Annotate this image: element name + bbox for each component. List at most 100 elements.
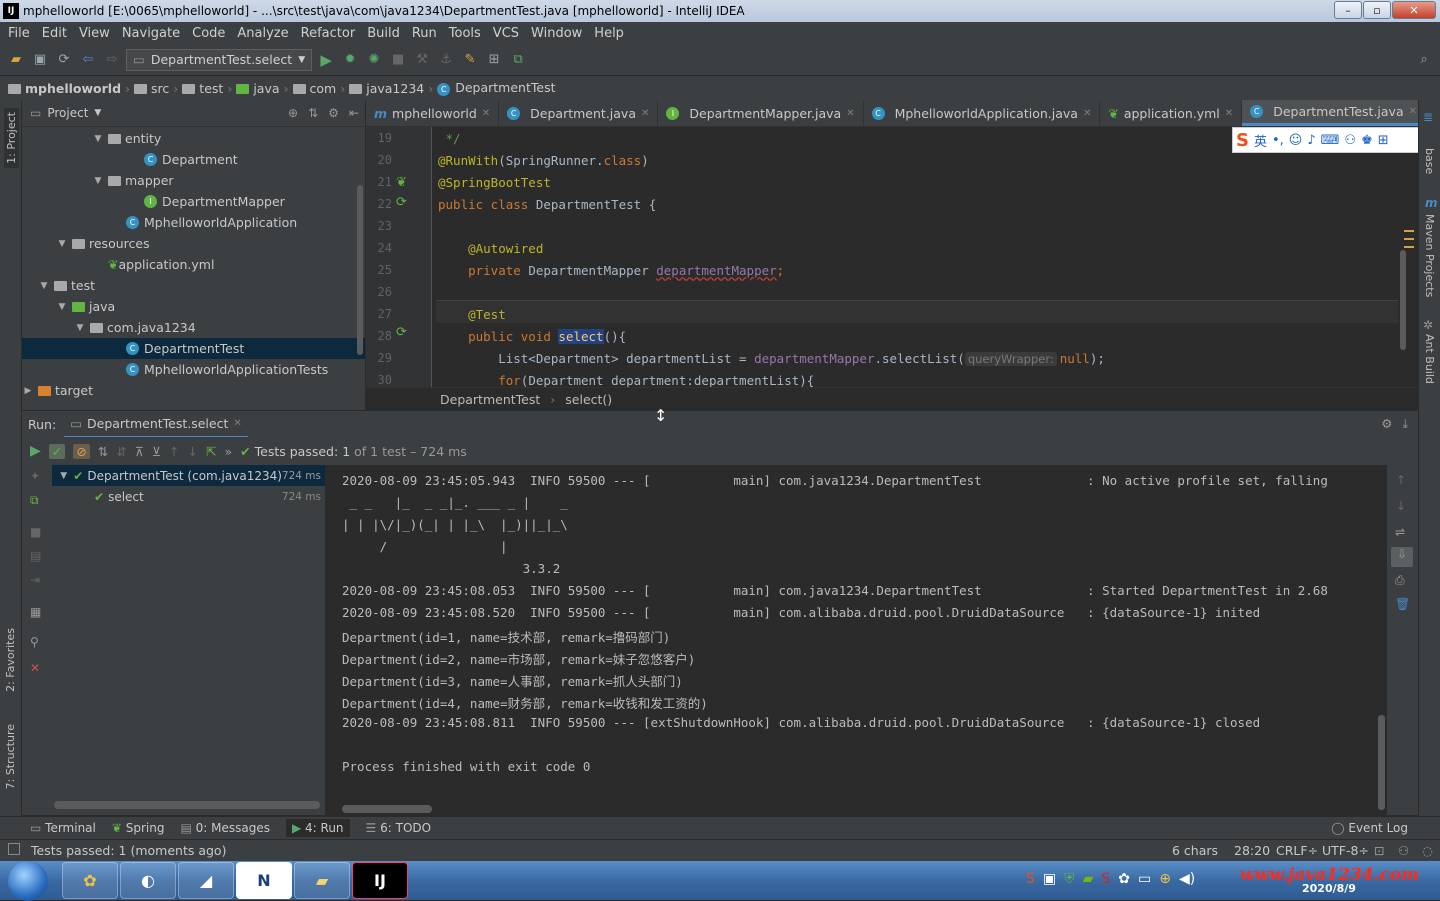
toggle-panels-icon[interactable] <box>8 843 20 855</box>
crumb-method[interactable]: select() <box>565 392 612 407</box>
nav-com[interactable]: com <box>292 81 336 96</box>
tree-item[interactable]: C DepartmentTest <box>22 338 365 359</box>
sort-alpha-icon[interactable]: ⇅ <box>98 444 108 459</box>
tab-structure[interactable]: 7: Structure <box>4 724 17 789</box>
gear-icon[interactable]: ⚙ <box>328 106 339 120</box>
menu-build[interactable]: Build <box>361 26 406 41</box>
menu-run[interactable]: Run <box>406 26 443 41</box>
rerun-icon[interactable]: ▶ <box>30 443 41 459</box>
taskbar-app-intellij-icon[interactable]: IJ <box>352 862 408 899</box>
close-icon[interactable]: ✕ <box>233 418 241 429</box>
clock-date[interactable]: 2020/8/9 <box>1302 882 1356 895</box>
tab-database[interactable]: base <box>1423 148 1436 174</box>
tab-favorites[interactable]: 2: Favorites <box>4 628 17 692</box>
tab-mphelloworld[interactable]: m mphelloworld ✕ <box>366 100 500 126</box>
expanded-arrow-icon[interactable]: ▼ <box>38 281 50 291</box>
close-icon[interactable]: ✕ <box>1409 106 1417 117</box>
test-suite-row[interactable]: ▼ ✔ DepartmentTest (com.java1234) 724 ms <box>52 465 325 486</box>
coverage-icon[interactable]: ✺ <box>364 50 384 70</box>
trash-icon[interactable]: 🗑 <box>1395 597 1410 611</box>
build-icon[interactable]: ⚒ <box>412 50 432 70</box>
keyboard-icon[interactable]: ⌨ <box>1321 133 1340 148</box>
tree-item[interactable]: ▶ target <box>22 380 365 401</box>
close-icon[interactable]: ✕ <box>482 108 490 119</box>
sync-icon[interactable]: ⟳ <box>54 50 74 70</box>
database-icon[interactable]: ≣ <box>1423 110 1433 124</box>
taskbar-app-browser-icon[interactable]: ◐ <box>120 862 176 899</box>
expand-all-icon[interactable]: ⊼ <box>135 444 144 459</box>
status-position[interactable]: 28:20 <box>1234 843 1270 858</box>
status-encoding[interactable]: UTF-8÷ <box>1322 843 1369 858</box>
tab-department-java[interactable]: C Department.java ✕ <box>499 100 659 126</box>
scroll-to-end-icon[interactable]: ⇩ <box>1391 547 1413 567</box>
tab-departmentmapper-java[interactable]: I DepartmentMapper.java ✕ <box>658 100 864 126</box>
emoji-icon[interactable]: ☺ <box>1289 133 1303 148</box>
menu-navigate[interactable]: Navigate <box>116 26 186 41</box>
ime-lang[interactable]: 英 <box>1254 131 1267 150</box>
console-vscrollbar[interactable] <box>1378 715 1385 810</box>
close-button[interactable]: ✕ <box>1392 1 1436 19</box>
more-icon[interactable]: » <box>224 444 232 459</box>
menu-vcs[interactable]: VCS <box>487 26 525 41</box>
menu-analyze[interactable]: Analyze <box>231 26 294 41</box>
run-icon[interactable]: ▶ <box>316 50 336 70</box>
volume-icon[interactable]: ◀) <box>1179 871 1195 887</box>
run-test-icon[interactable]: ⟳ <box>396 195 407 210</box>
chevron-down-icon[interactable]: ▼ <box>94 108 101 118</box>
tray-app-icon[interactable]: ▣ <box>1043 871 1056 887</box>
tab-spring[interactable]: ❦ Spring <box>112 821 165 835</box>
tree-hscrollbar[interactable] <box>54 801 320 809</box>
menu-grid-icon[interactable]: ⊞ <box>1378 133 1389 148</box>
sogou-tray-icon[interactable]: S <box>1026 871 1035 887</box>
hide-icon[interactable]: ⇤ <box>349 106 359 120</box>
tab-terminal[interactable]: ▭ Terminal <box>30 821 96 835</box>
scroll-from-source-icon[interactable]: ⊕ <box>288 106 298 120</box>
next-test-icon[interactable]: ↓ <box>188 444 198 459</box>
tab-mphelloworldapplication-java[interactable]: C MphelloworldApplication.java ✕ <box>864 100 1101 126</box>
soft-wrap-icon[interactable]: ⇌ <box>1395 525 1405 539</box>
expanded-arrow-icon[interactable]: ▼ <box>92 134 104 144</box>
tab-event-log[interactable]: ◯ Event Log <box>1331 821 1408 835</box>
tree-item[interactable]: ▼ entity <box>22 128 365 149</box>
run-tab[interactable]: ▭ DepartmentTest.select ✕ <box>64 411 248 438</box>
close-icon[interactable]: ✕ <box>30 661 40 675</box>
nav-java[interactable]: java <box>236 81 280 96</box>
run-config-select[interactable]: ▭ DepartmentTest.select ▼ <box>126 48 313 71</box>
collapsed-arrow-icon[interactable]: ▶ <box>22 386 34 396</box>
tree-item[interactable]: ▼ java <box>22 296 365 317</box>
tree-item[interactable]: ❦ application.yml <box>22 254 365 275</box>
menu-help[interactable]: Help <box>588 26 630 41</box>
lock-icon[interactable]: ⊡ <box>1374 843 1384 858</box>
code-area[interactable]: */ @RunWith(SpringRunner.class) @SpringB… <box>438 127 1398 387</box>
layout-icon[interactable]: ▦ <box>30 605 41 619</box>
pin-tab-icon[interactable]: ⚲ <box>30 635 39 649</box>
update-icon[interactable]: ⊕ <box>1159 871 1171 887</box>
export-icon[interactable]: ⇱ <box>206 444 216 459</box>
debug-rerun-icon[interactable]: ⧉ <box>30 493 39 508</box>
expanded-arrow-icon[interactable]: ▼ <box>56 239 68 249</box>
collapse-all-icon[interactable]: ⊻ <box>152 444 161 459</box>
pin-icon[interactable]: ✦ <box>30 469 40 483</box>
expanded-arrow-icon[interactable]: ▼ <box>74 323 86 333</box>
menu-edit[interactable]: Edit <box>36 26 73 41</box>
tree-item[interactable]: ▼ resources <box>22 233 365 254</box>
save-icon[interactable]: ▣ <box>30 50 50 70</box>
nav-project[interactable]: mphelloworld <box>8 81 121 96</box>
dump-icon[interactable]: ▤ <box>30 549 41 563</box>
taskbar-app-navicat-icon[interactable]: ◢ <box>178 862 234 899</box>
minimize-button[interactable]: – <box>1334 1 1362 19</box>
tree-item[interactable]: C MphelloworldApplicationTests <box>22 359 365 380</box>
print-icon[interactable]: ⎙ <box>1395 573 1405 588</box>
tab-ant-build[interactable]: Ant Build <box>1423 334 1436 384</box>
user-icon[interactable]: ⚇ <box>1344 133 1356 148</box>
settings-icon[interactable]: ✎ <box>460 50 480 70</box>
close-icon[interactable]: ✕ <box>641 108 649 119</box>
tab-maven-projects[interactable]: Maven Projects <box>1423 214 1436 297</box>
notifications-icon[interactable]: ◌ <box>1422 843 1433 858</box>
show-passed-icon[interactable]: ✓ <box>48 443 66 459</box>
status-line-separator[interactable]: CRLF÷ <box>1276 843 1318 858</box>
console-hscrollbar[interactable] <box>342 805 432 813</box>
tree-item[interactable]: C Department <box>22 149 365 170</box>
network-icon[interactable]: ▭ <box>1138 871 1151 887</box>
deploy-icon[interactable]: ⚓ <box>436 50 456 70</box>
